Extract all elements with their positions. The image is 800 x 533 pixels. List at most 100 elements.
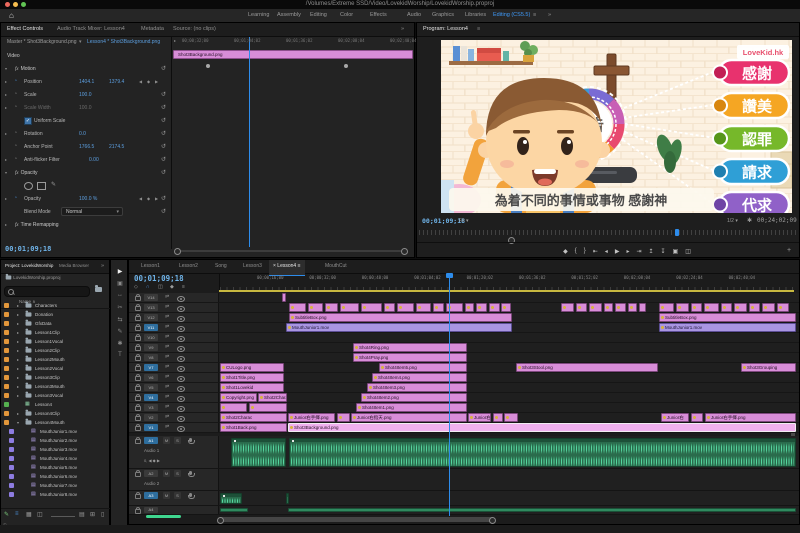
program-scrub-bar[interactable] bbox=[419, 230, 797, 235]
track-output-icon[interactable] bbox=[177, 376, 185, 382]
disclosure-icon[interactable]: ▾ bbox=[17, 420, 19, 425]
timeline-clip[interactable] bbox=[604, 303, 613, 312]
opacity-value[interactable]: 100.0 % bbox=[79, 196, 97, 202]
keyframe-marker[interactable] bbox=[344, 64, 348, 68]
list-view-icon[interactable]: ≡ bbox=[15, 511, 19, 517]
project-item-lesson4mouth[interactable]: ▾Lesson4Mouth bbox=[1, 418, 111, 427]
track-output-icon[interactable] bbox=[177, 296, 185, 302]
button-editor-plus[interactable]: + bbox=[787, 247, 791, 254]
project-item-mouthjunior8.mov[interactable]: ▤MouthJunior8.mov bbox=[1, 490, 111, 499]
timeline-clip[interactable]: MouthJunior1.mov bbox=[286, 323, 512, 332]
timeline-clip[interactable] bbox=[749, 303, 760, 312]
track-target-v13[interactable]: V13 bbox=[144, 304, 158, 311]
step-forward-button[interactable]: ▸ bbox=[626, 248, 629, 255]
comparison-view-button[interactable]: ◫ bbox=[685, 248, 691, 255]
pen-tool[interactable]: ✎ bbox=[115, 328, 125, 335]
track-output-icon[interactable] bbox=[177, 386, 185, 392]
lock-icon[interactable] bbox=[135, 306, 141, 311]
timeline-clip[interactable] bbox=[325, 303, 338, 312]
mark-in-button[interactable]: { bbox=[575, 248, 577, 254]
antiflicker-value[interactable]: 0.00 bbox=[89, 157, 99, 163]
timeline-clip[interactable] bbox=[659, 303, 674, 312]
project-item-mouthjunior7.mov[interactable]: ▤MouthJunior7.mov bbox=[1, 481, 111, 490]
timeline-clip[interactable]: Junior右 bbox=[468, 413, 491, 422]
timeline-horizontal-scrollbar[interactable] bbox=[219, 517, 494, 522]
next-keyframe-icon[interactable]: ▶ bbox=[155, 79, 158, 84]
next-keyframe-icon[interactable]: ▶ bbox=[155, 196, 158, 201]
track-target-v8[interactable]: V8 bbox=[144, 354, 158, 361]
timeline-clip[interactable]: Shot3Grouping bbox=[741, 363, 796, 372]
track-target-a2[interactable]: A2 bbox=[144, 470, 158, 477]
timeline-clip[interactable] bbox=[282, 293, 286, 302]
timeline-clip[interactable] bbox=[628, 303, 637, 312]
effect-controls-zoom-bar[interactable] bbox=[177, 250, 405, 252]
disclosure-icon[interactable]: ▸ bbox=[5, 105, 7, 110]
panel-menu-icon[interactable]: ≡ bbox=[477, 26, 480, 32]
ellipse-mask-icon[interactable] bbox=[24, 182, 33, 190]
track-target-v2[interactable]: V2 bbox=[144, 414, 158, 421]
scroll-handle[interactable] bbox=[217, 517, 224, 524]
sync-lock-icon[interactable]: ⇌ bbox=[165, 424, 169, 430]
opacity-group-row[interactable]: ▾ fxOpacity ↺ bbox=[1, 168, 171, 180]
timeline-clip[interactable]: Shot4Item5.png bbox=[379, 363, 467, 372]
home-icon[interactable]: ⌂ bbox=[9, 11, 14, 20]
mute-button[interactable]: M bbox=[163, 437, 170, 444]
disclosure-icon[interactable]: ▸ bbox=[17, 366, 19, 371]
razor-tool[interactable]: ✂ bbox=[115, 304, 125, 311]
disclosure-icon[interactable]: ▸ bbox=[5, 157, 7, 162]
lock-icon[interactable] bbox=[135, 356, 141, 361]
sync-lock-icon[interactable]: ⇌ bbox=[165, 324, 169, 330]
reset-icon[interactable]: ↺ bbox=[161, 169, 166, 176]
project-item-lesson3mouth[interactable]: ▸Lesson3Mouth bbox=[1, 382, 111, 391]
lock-icon[interactable] bbox=[135, 386, 141, 391]
disclosure-icon[interactable]: ▸ bbox=[5, 92, 7, 97]
disclosure-icon[interactable]: ▸ bbox=[17, 348, 19, 353]
lock-icon[interactable] bbox=[135, 472, 141, 477]
workspace-tab-libraries[interactable]: Libraries bbox=[465, 12, 486, 18]
timeline-clip[interactable]: Shot1Back.png bbox=[220, 423, 287, 432]
reset-icon[interactable]: ↺ bbox=[161, 117, 166, 124]
track-target-v12[interactable]: V12 bbox=[144, 314, 158, 321]
sequence-tab-song[interactable]: Song bbox=[215, 263, 227, 269]
scale-value[interactable]: 100.0 bbox=[79, 92, 92, 98]
disclosure-icon[interactable]: ▸ bbox=[17, 357, 19, 362]
lift-button[interactable]: ↥ bbox=[648, 248, 653, 255]
add-keyframe-icon[interactable]: ◆ bbox=[147, 79, 150, 84]
mute-button[interactable]: M bbox=[163, 470, 170, 477]
motion-group-row[interactable]: ▾ fxMotion ↺ bbox=[1, 64, 171, 76]
hand-tool[interactable]: ✱ bbox=[115, 340, 125, 347]
voiceover-record-icon[interactable] bbox=[189, 493, 192, 497]
workspace-tab-editing[interactable]: Editing bbox=[310, 12, 327, 18]
disclosure-icon[interactable]: ▾ bbox=[5, 170, 7, 175]
track-target-v1[interactable]: V1 bbox=[144, 424, 158, 431]
new-search-bin-icon[interactable] bbox=[95, 287, 102, 292]
timeline-clip[interactable] bbox=[489, 303, 500, 312]
disclosure-icon[interactable]: ▸ bbox=[17, 339, 19, 344]
slip-tool[interactable]: ⇆ bbox=[115, 316, 125, 323]
lock-icon[interactable] bbox=[135, 494, 141, 499]
tab-project[interactable]: Project: LovekidWorship bbox=[5, 263, 53, 268]
sync-lock-icon[interactable]: ⇌ bbox=[165, 344, 169, 350]
timeline-clip[interactable] bbox=[308, 303, 323, 312]
audio-clip[interactable] bbox=[286, 493, 289, 504]
lock-icon[interactable] bbox=[135, 326, 141, 331]
position-x-value[interactable]: 1404.1 bbox=[79, 79, 94, 85]
sync-lock-icon[interactable]: ⇌ bbox=[165, 294, 169, 300]
timeline-clip[interactable] bbox=[337, 413, 350, 422]
mute-button[interactable]: M bbox=[163, 492, 170, 499]
disclosure-icon[interactable]: ▸ bbox=[5, 79, 7, 84]
icon-view-icon[interactable]: ▦ bbox=[26, 511, 32, 518]
timeline-playhead[interactable] bbox=[446, 273, 453, 278]
timeline-clip[interactable] bbox=[576, 303, 587, 312]
disclosure-icon[interactable]: ▸ bbox=[17, 411, 19, 416]
sequence-tab-mouthcut[interactable]: MouthCut bbox=[325, 263, 347, 269]
freeform-view-icon[interactable]: ◫ bbox=[37, 511, 43, 518]
reset-icon[interactable]: ↺ bbox=[161, 156, 166, 163]
reset-icon[interactable]: ↺ bbox=[161, 104, 166, 111]
timeline-clip[interactable]: Shot4Item4.png bbox=[372, 373, 467, 382]
reset-icon[interactable]: ↺ bbox=[161, 208, 166, 215]
timeline-clip[interactable] bbox=[704, 303, 719, 312]
voiceover-record-icon[interactable] bbox=[189, 438, 192, 442]
timeline-clip[interactable] bbox=[493, 413, 503, 422]
track-output-icon[interactable] bbox=[177, 406, 185, 412]
